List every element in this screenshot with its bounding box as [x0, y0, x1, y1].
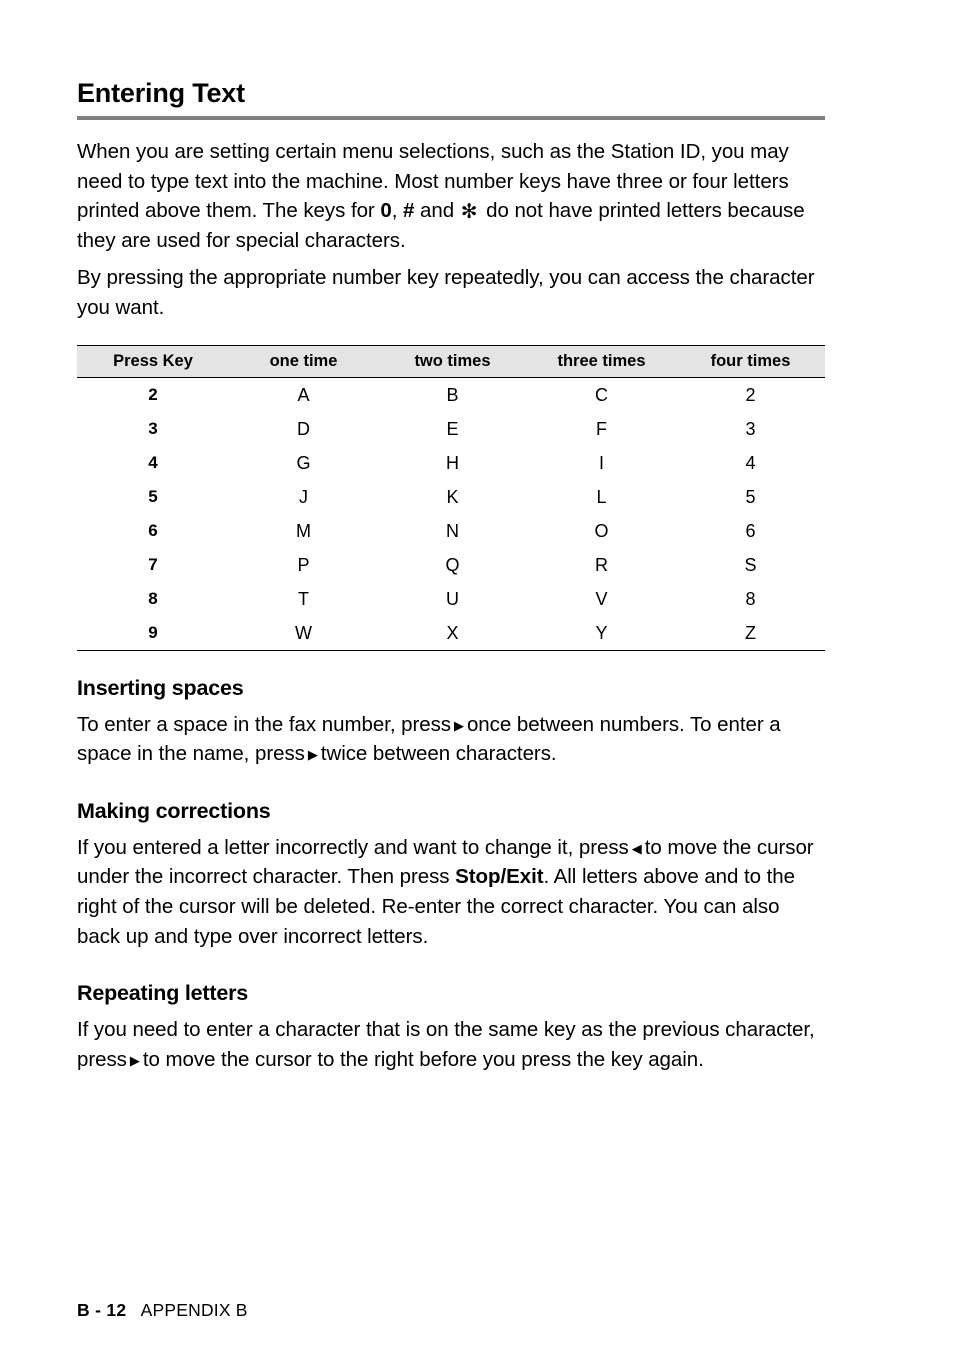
heading-inserting-spaces: Inserting spaces	[77, 675, 244, 700]
paragraph-making-corrections: If you entered a letter incorrectly and …	[77, 833, 825, 951]
cell-three-times: O	[594, 520, 609, 541]
arrow-right-icon: ▶	[129, 1053, 140, 1069]
arrow-right-icon: ▶	[307, 748, 318, 764]
cell-one-time: M	[296, 520, 311, 541]
spaces-text-part-1: To enter a space in the fax number, pres…	[77, 712, 451, 736]
intro-text-and: and	[414, 199, 460, 223]
cell-press-key: 8	[148, 588, 158, 608]
cell-four-times: 2	[745, 384, 756, 405]
cell-press-key: 7	[148, 554, 158, 574]
paragraph-inserting-spaces: To enter a space in the fax number, pres…	[77, 710, 825, 769]
table-row: 7 P Q R S	[77, 548, 825, 582]
table-header-row: Press Key one time two times three times…	[77, 344, 825, 378]
footer-section-label: APPENDIX B	[140, 1300, 248, 1320]
cell-two-times: E	[446, 418, 459, 439]
cell-two-times: B	[446, 384, 459, 405]
cell-one-time: P	[297, 554, 310, 575]
table-row: 2 A B C 2	[77, 377, 825, 412]
key-character-table: Press Key one time two times three times…	[77, 344, 825, 651]
paragraph-repeating-letters: If you need to enter a character that is…	[77, 1015, 825, 1074]
footer-page-number: B - 12	[77, 1300, 127, 1320]
cell-press-key: 6	[148, 520, 158, 540]
table-row: 3 D E F 3	[77, 412, 825, 446]
cell-press-key: 5	[148, 486, 158, 506]
cell-press-key: 3	[148, 418, 158, 438]
cell-one-time: W	[229, 615, 378, 651]
cell-three-times: R	[595, 554, 608, 575]
page-content: Entering Text When you are setting certa…	[77, 78, 825, 1074]
cell-four-times: 3	[745, 418, 756, 439]
key-zero-bold: 0	[380, 199, 392, 223]
column-header-one-time: one time	[229, 344, 378, 378]
cell-one-time: G	[296, 452, 311, 473]
page-footer: B - 12 APPENDIX B	[77, 1300, 248, 1321]
title-divider-rule	[77, 116, 825, 120]
arrow-right-icon: ▶	[454, 718, 464, 734]
column-header-two-times: two times	[378, 344, 527, 378]
column-header-three-times: three times	[527, 344, 676, 378]
intro-paragraph-2: By pressing the appropriate number key r…	[77, 266, 815, 319]
cell-press-key: 2	[148, 384, 158, 404]
cell-two-times: U	[446, 588, 459, 609]
cell-four-times: S	[744, 554, 757, 575]
intro-paragraph-1: When you are setting certain menu select…	[77, 137, 825, 255]
heading-making-corrections: Making corrections	[77, 798, 271, 823]
cell-press-key: 9	[77, 615, 229, 651]
section-inserting-spaces: Inserting spaces To enter a space in the…	[77, 675, 825, 769]
cell-four-times: 5	[745, 486, 756, 507]
arrow-left-icon: ◀	[631, 841, 642, 857]
cell-two-times: K	[446, 486, 459, 507]
cell-three-times: I	[598, 452, 604, 473]
column-header-four-times: four times	[676, 344, 825, 378]
table-row: 6 M N O 6	[77, 514, 825, 548]
cell-two-times: X	[378, 615, 527, 651]
corrections-text-part-1: If you entered a letter incorrectly and …	[77, 835, 629, 859]
star-key-icon: ✻	[460, 199, 478, 224]
cell-press-key: 4	[148, 452, 158, 472]
cell-two-times: Q	[445, 554, 460, 575]
repeating-text-part-2: to move the cursor to the right before y…	[142, 1047, 704, 1071]
section-making-corrections: Making corrections If you entered a lett…	[77, 798, 825, 951]
cell-three-times: V	[595, 588, 608, 609]
cell-one-time: T	[298, 588, 309, 609]
stop-exit-key-label: Stop/Exit	[455, 865, 544, 889]
section-repeating-letters: Repeating letters If you need to enter a…	[77, 980, 825, 1074]
cell-four-times: 4	[745, 452, 756, 473]
cell-one-time: D	[297, 418, 310, 439]
cell-four-times: 6	[745, 520, 756, 541]
table-row: 8 T U V 8	[77, 582, 825, 616]
cell-one-time: J	[299, 486, 308, 507]
cell-three-times: C	[595, 384, 608, 405]
cell-three-times: F	[596, 418, 607, 439]
table-row: 5 J K L 5	[77, 480, 825, 514]
spaces-text-part-3: twice between characters.	[320, 742, 557, 766]
cell-four-times: Z	[676, 615, 825, 651]
cell-one-time: A	[297, 384, 310, 405]
table-row: 4 G H I 4	[77, 446, 825, 480]
table-body: 2 A B C 2 3 D E F 3 4 G H I 4 5 J K L 5 …	[77, 377, 825, 651]
table-row: 9 W X Y Z	[77, 615, 825, 651]
heading-repeating-letters: Repeating letters	[77, 981, 249, 1006]
cell-three-times: L	[596, 486, 607, 507]
cell-three-times: Y	[527, 615, 676, 651]
key-hash-bold: #	[403, 199, 415, 223]
cell-two-times: N	[446, 520, 459, 541]
intro-text-comma: ,	[391, 199, 404, 223]
column-header-press-key: Press Key	[77, 344, 229, 378]
table-header: Press Key one time two times three times…	[77, 344, 825, 378]
cell-two-times: H	[446, 452, 459, 473]
cell-four-times: 8	[745, 588, 756, 609]
document-page: Entering Text When you are setting certa…	[0, 0, 954, 1352]
page-title: Entering Text	[77, 78, 245, 108]
